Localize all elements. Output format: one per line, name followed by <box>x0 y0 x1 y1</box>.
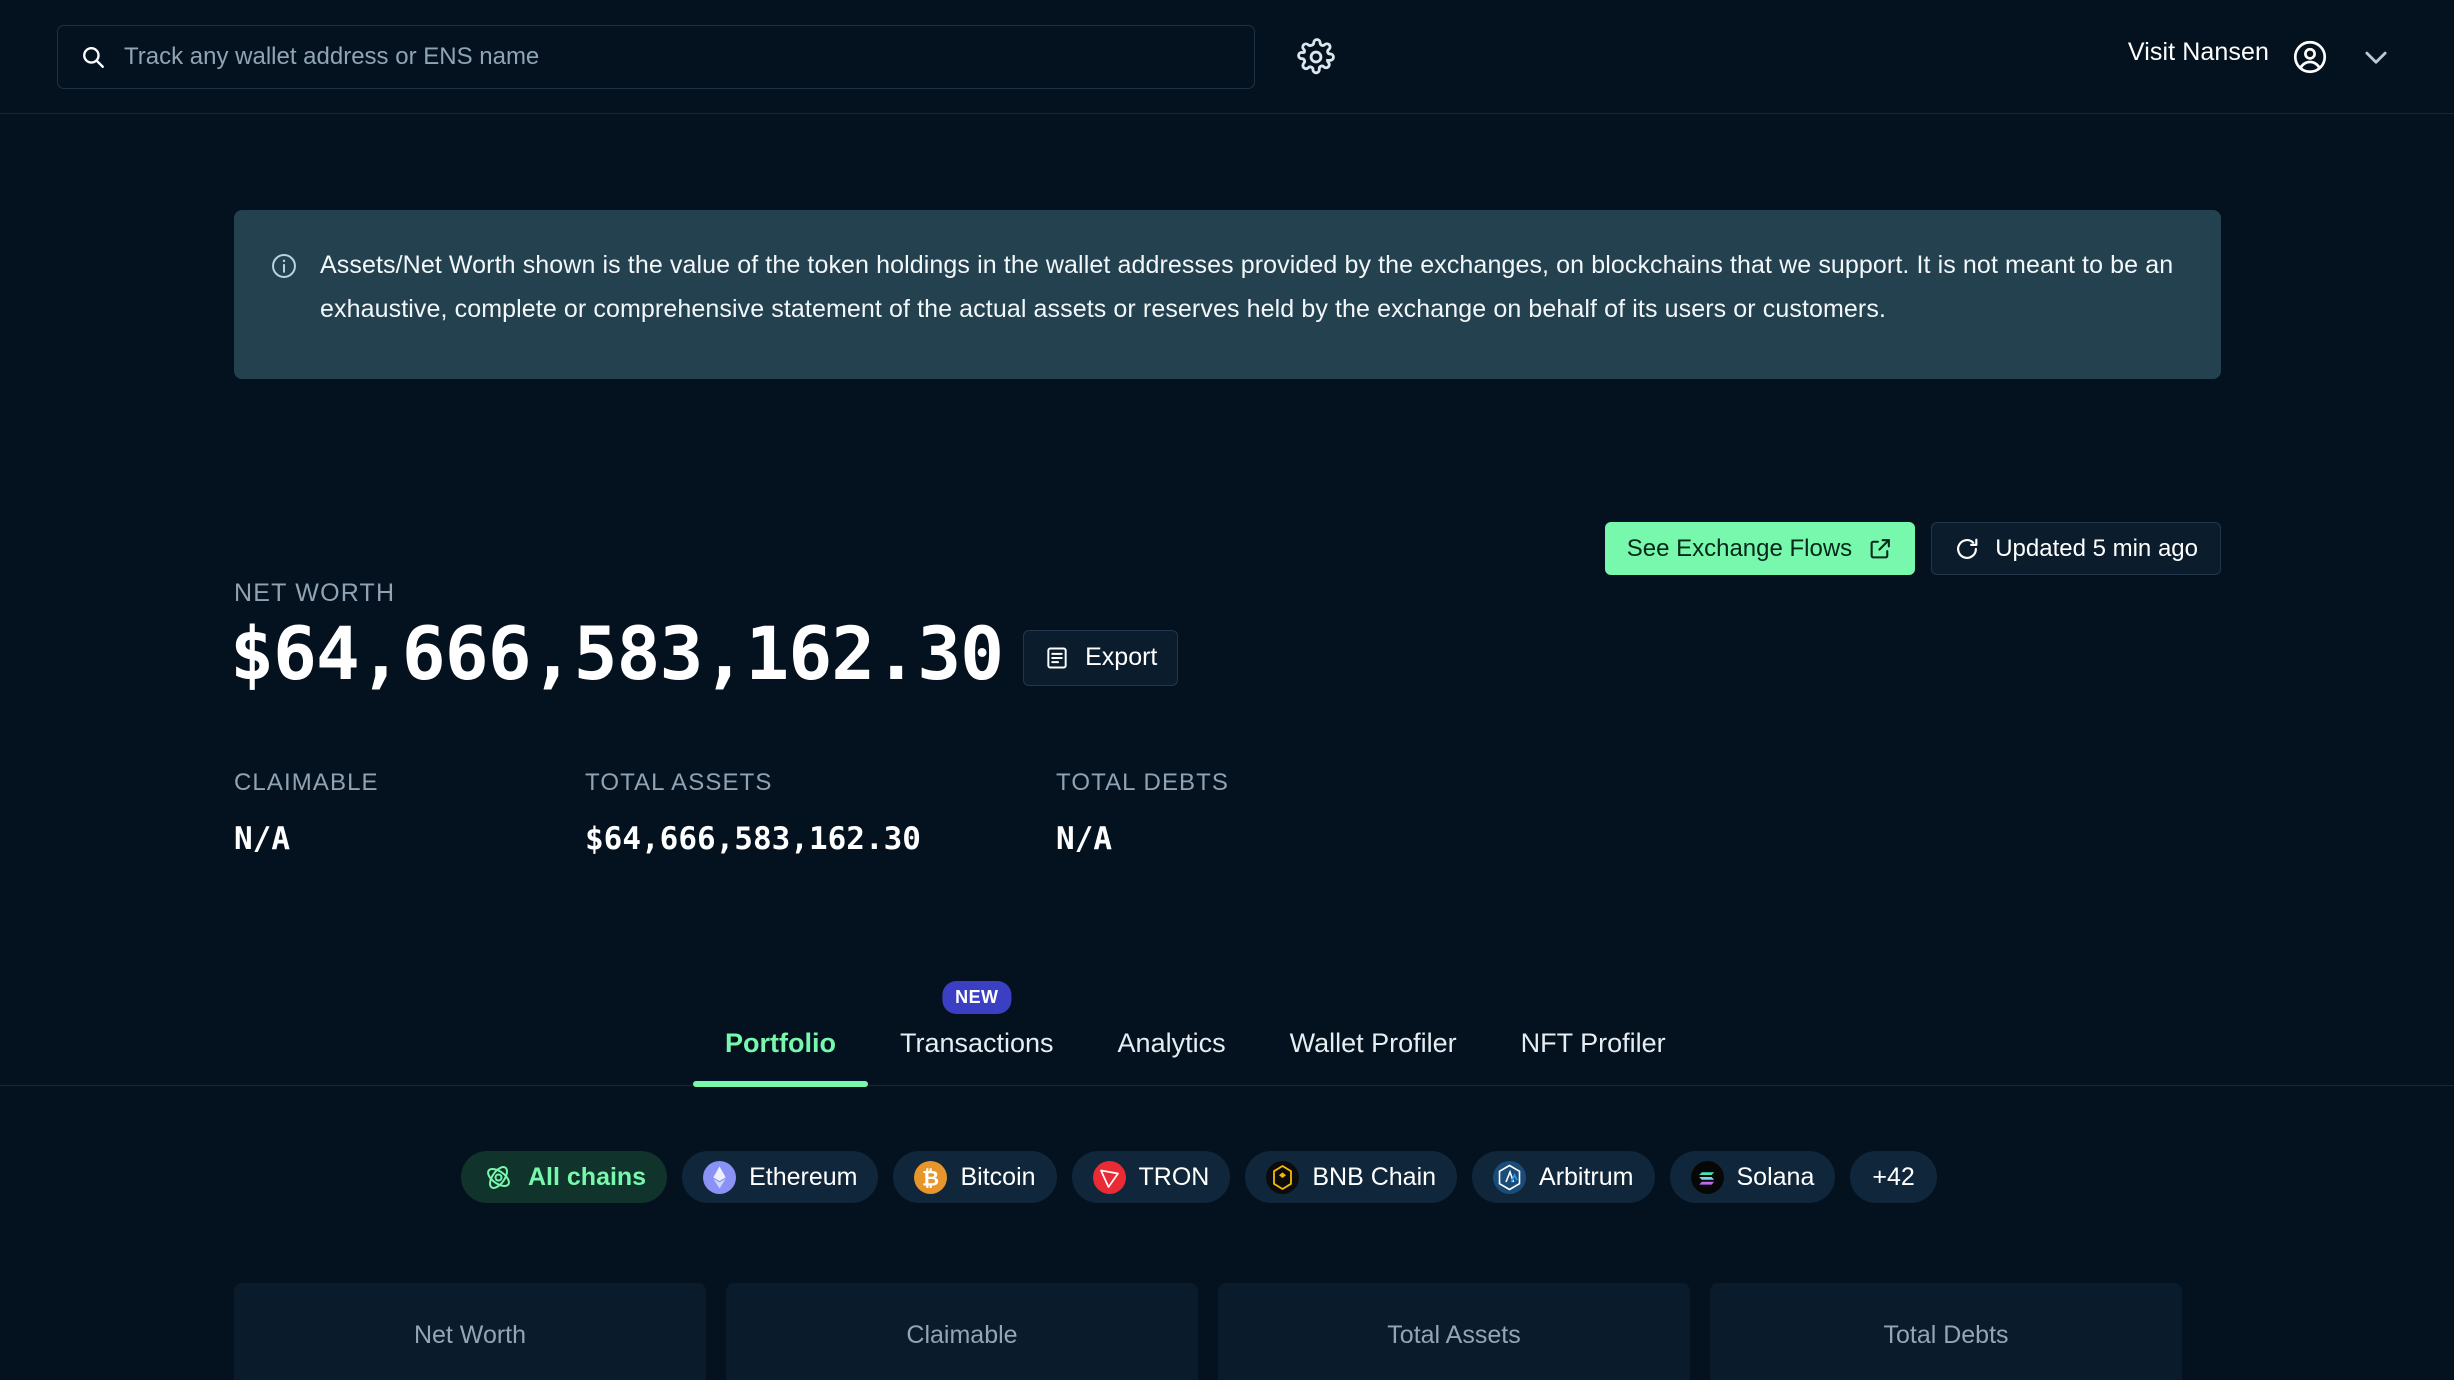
stat-card-list: Net Worth $64,666,583,162.30 Claimable N… <box>234 1283 2182 1380</box>
chevron-down-icon[interactable] <box>2360 44 2392 70</box>
stat-card-total-debts: Total Debts N/A <box>1710 1283 2182 1380</box>
updated-label: Updated 5 min ago <box>1995 535 2198 563</box>
chain-filter-list: All chains Ethereum ₿ <box>461 1151 1937 1203</box>
stat-card-label: Total Assets <box>1387 1321 1520 1350</box>
tron-icon <box>1093 1161 1126 1194</box>
tab-label: Analytics <box>1118 1028 1226 1058</box>
chain-chip-bnb-chain[interactable]: BNB Chain <box>1245 1151 1457 1203</box>
chain-chip-ethereum[interactable]: Ethereum <box>682 1151 878 1203</box>
search-icon <box>80 44 106 70</box>
gear-icon[interactable] <box>1290 31 1342 83</box>
stat-card-label: Total Debts <box>1883 1321 2008 1350</box>
tab-label: Portfolio <box>725 1028 836 1058</box>
tab-nft-profiler[interactable]: NFT Profiler <box>1489 1028 1698 1085</box>
svg-text:₿: ₿ <box>922 1166 939 1190</box>
new-badge: NEW <box>942 981 1011 1014</box>
chain-chip-label: TRON <box>1139 1163 1210 1192</box>
chain-chip-tron[interactable]: TRON <box>1072 1151 1231 1203</box>
info-banner-text: Assets/Net Worth shown is the value of t… <box>320 243 2183 346</box>
summary-stat-value: $64,666,583,162.30 <box>585 821 1056 857</box>
tab-portfolio[interactable]: Portfolio <box>693 1028 868 1085</box>
chain-chip-label: Ethereum <box>749 1163 857 1192</box>
tab-transactions[interactable]: NEW Transactions <box>868 1028 1086 1085</box>
chain-chip-label: BNB Chain <box>1312 1163 1436 1192</box>
ethereum-icon <box>703 1161 736 1194</box>
see-exchange-flows-button[interactable]: See Exchange Flows <box>1605 522 1915 575</box>
summary-stat-value: N/A <box>234 821 585 857</box>
stat-card-label: Net Worth <box>414 1321 526 1350</box>
chain-chip-label: Solana <box>1737 1163 1815 1192</box>
top-bar: Visit Nansen <box>0 0 2454 114</box>
visit-nansen-link[interactable]: Visit Nansen <box>2128 38 2269 67</box>
chain-chip-solana[interactable]: Solana <box>1670 1151 1836 1203</box>
chain-chip-label: Bitcoin <box>960 1163 1035 1192</box>
chain-chip-label: All chains <box>528 1163 646 1192</box>
net-worth-row: $64,666,583,162.30 Export <box>230 618 1178 691</box>
stat-card-total-assets: Total Assets $64,666,583,162.30 <box>1218 1283 1690 1380</box>
app-root: Visit Nansen Assets/Net Worth shown is t… <box>0 0 2454 1380</box>
summary-stat-label: CLAIMABLE <box>234 769 585 797</box>
tab-list: Portfolio NEW Transactions Analytics Wal… <box>693 1028 1698 1085</box>
bnb-chain-icon <box>1266 1161 1299 1194</box>
see-exchange-flows-label: See Exchange Flows <box>1627 535 1852 563</box>
tab-wallet-profiler[interactable]: Wallet Profiler <box>1258 1028 1489 1085</box>
refresh-icon <box>1954 536 1980 562</box>
chain-chip-label: +42 <box>1872 1163 1914 1192</box>
export-button[interactable]: Export <box>1023 630 1178 686</box>
updated-button[interactable]: Updated 5 min ago <box>1931 522 2221 575</box>
tab-analytics[interactable]: Analytics <box>1086 1028 1258 1085</box>
tab-bar: Portfolio NEW Transactions Analytics Wal… <box>0 964 2454 1086</box>
search-input[interactable] <box>124 26 1232 88</box>
summary-stat-label: TOTAL DEBTS <box>1056 769 1229 797</box>
external-link-icon <box>1868 536 1893 561</box>
info-icon <box>270 252 298 280</box>
net-worth-value: $64,666,583,162.30 <box>230 618 1003 691</box>
tab-label: NFT Profiler <box>1521 1028 1666 1058</box>
info-banner: Assets/Net Worth shown is the value of t… <box>234 210 2221 379</box>
chain-chip-bitcoin[interactable]: ₿ Bitcoin <box>893 1151 1056 1203</box>
tab-label: Wallet Profiler <box>1290 1028 1457 1058</box>
summary-stats: CLAIMABLE N/A TOTAL ASSETS $64,666,583,1… <box>234 769 1229 857</box>
net-worth-label: NET WORTH <box>234 579 395 608</box>
arbitrum-icon <box>1493 1161 1526 1194</box>
summary-stat: TOTAL DEBTS N/A <box>1056 769 1229 857</box>
chain-chip-arbitrum[interactable]: Arbitrum <box>1472 1151 1654 1203</box>
stat-card-label: Claimable <box>906 1321 1017 1350</box>
chain-chip-more[interactable]: +42 <box>1850 1151 1936 1203</box>
summary-stat: CLAIMABLE N/A <box>234 769 585 857</box>
account-circle-icon[interactable] <box>2291 38 2329 76</box>
export-label: Export <box>1085 643 1157 672</box>
all-chains-icon <box>482 1161 515 1194</box>
chain-chip-all-chains[interactable]: All chains <box>461 1151 667 1203</box>
chain-chip-label: Arbitrum <box>1539 1163 1633 1192</box>
bitcoin-icon: ₿ <box>914 1161 947 1194</box>
stat-card-net-worth: Net Worth $64,666,583,162.30 <box>234 1283 706 1380</box>
solana-icon <box>1691 1161 1724 1194</box>
summary-stat-label: TOTAL ASSETS <box>585 769 1056 797</box>
stat-card-claimable: Claimable N/A <box>726 1283 1198 1380</box>
summary-stat-value: N/A <box>1056 821 1229 857</box>
summary-stat: TOTAL ASSETS $64,666,583,162.30 <box>585 769 1056 857</box>
search-box[interactable] <box>57 25 1255 89</box>
tab-label: Transactions <box>900 1028 1054 1058</box>
document-icon <box>1044 645 1070 671</box>
action-buttons: See Exchange Flows Updated 5 min ago <box>1605 522 2221 575</box>
